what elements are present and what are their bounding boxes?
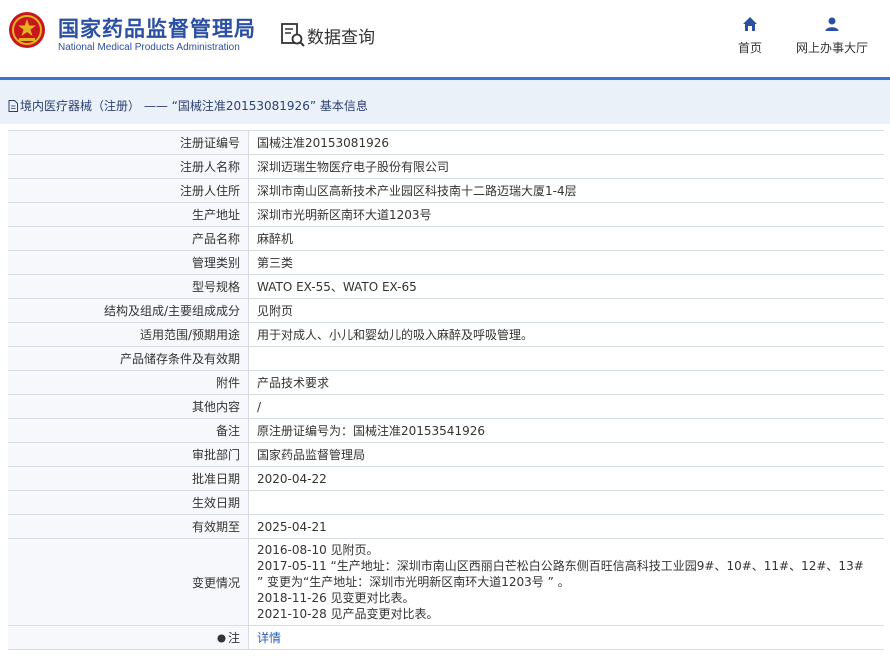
field-label: 适用范围/预期用途 [8,322,249,347]
change-history-line: 2021-10-28 见产品变更对比表。 [257,607,439,621]
table-row: 生效日期 [8,490,884,515]
table-row: 适用范围/预期用途 用于对成人、小儿和婴幼儿的吸入麻醉及呼吸管理。 [8,322,884,347]
change-history-line: ” 变更为“生产地址：深圳市光明新区南环大道1203号 ” 。 [257,575,570,589]
table-row: 管理类别 第三类 [8,250,884,275]
field-value [248,346,884,371]
field-label: 生产地址 [8,202,249,227]
change-history-line: 2016-08-10 见附页。 [257,543,379,557]
field-value: 见附页 [248,298,884,323]
table-row: 附件 产品技术要求 [8,370,884,395]
field-label: 结构及组成/主要组成成分 [8,298,249,323]
nav-online-hall-link[interactable]: 网上办事大厅 [794,16,870,56]
site-header: 国家药品监督管理局 National Medical Products Admi… [0,0,890,77]
field-label: 有效期至 [8,514,249,539]
field-label: 备注 [8,418,249,443]
field-value: 国械注准20153081926 [248,130,884,155]
field-value: 2025-04-21 [248,514,884,539]
table-row: 审批部门 国家药品监督管理局 [8,442,884,467]
change-history-line: 2017-05-11 “生产地址：深圳市南山区西丽白芒松白公路东侧百旺信高科技工… [257,559,864,573]
field-label: 批准日期 [8,466,249,491]
user-icon [825,17,839,31]
field-label: 附件 [8,370,249,395]
registration-detail-table: 注册证编号 国械注准20153081926 注册人名称 深圳迈瑞生物医疗电子股份有限… [8,130,884,650]
field-value: WATO EX-55、WATO EX-65 [248,274,884,299]
brand-subtitle: National Medical Products Administration [58,42,240,53]
field-value: 深圳迈瑞生物医疗电子股份有限公司 [248,154,884,179]
field-value: 国家药品监督管理局 [248,442,884,467]
field-value: 原注册证编号为：国械注准20153541926 [248,418,884,443]
table-row: 结构及组成/主要组成成分 见附页 [8,298,884,323]
details-link[interactable]: 详情 [257,631,281,645]
table-row: 注册人名称 深圳迈瑞生物医疗电子股份有限公司 [8,154,884,179]
table-row: 型号规格 WATO EX-55、WATO EX-65 [8,274,884,299]
field-label: 变更情况 [8,538,249,626]
field-value: 2020-04-22 [248,466,884,491]
bullet-icon [217,634,226,643]
data-query-icon [281,23,305,47]
nav-home-link[interactable]: 首页 [736,16,764,56]
field-label: 管理类别 [8,250,249,275]
field-value: 深圳市光明新区南环大道1203号 [248,202,884,227]
table-row: 其他内容 / [8,394,884,419]
national-emblem-icon [9,12,45,48]
field-value: 第三类 [248,250,884,275]
nav-online-hall-label: 网上办事大厅 [795,41,868,55]
field-value [248,490,884,515]
field-value: 麻醉机 [248,226,884,251]
field-label: 注册人名称 [8,154,249,179]
field-label: 生效日期 [8,490,249,515]
table-row: 生产地址 深圳市光明新区南环大道1203号 [8,202,884,227]
brand-title: 国家药品监督管理局 [58,17,256,41]
table-row: 产品名称 麻醉机 [8,226,884,251]
breadcrumb-bar: 境内医疗器械（注册） —— “国械注准20153081926” 基本信息 [0,80,890,124]
change-history-value: 2016-08-10 见附页。 2017-05-11 “生产地址：深圳市南山区西… [248,538,884,626]
field-value: 用于对成人、小儿和婴幼儿的吸入麻醉及呼吸管理。 [248,322,884,347]
page-section-title: 数据查询 [307,28,375,48]
breadcrumb-text: 境内医疗器械（注册） —— “国械注准20153081926” 基本信息 [20,99,368,113]
field-label: 注 [227,631,240,645]
change-history-row: 变更情况 2016-08-10 见附页。 2017-05-11 “生产地址：深圳… [8,538,884,626]
field-label: 注册人住所 [8,178,249,203]
field-label: 注册证编号 [8,130,249,155]
table-row: 产品储存条件及有效期 [8,346,884,371]
table-row: 批准日期 2020-04-22 [8,466,884,491]
field-value: 深圳市南山区高新技术产业园区科技南十二路迈瑞大厦1-4层 [248,178,884,203]
field-label: 型号规格 [8,274,249,299]
note-value: 详情 [248,625,884,650]
field-label: 审批部门 [8,442,249,467]
breadcrumb: 境内医疗器械（注册） —— “国械注准20153081926” 基本信息 [8,97,368,114]
note-row: 注 详情 [8,625,884,650]
field-label: 产品名称 [8,226,249,251]
note-label-cell: 注 [8,625,249,650]
change-history-line: 2018-11-26 见变更对比表。 [257,591,415,605]
field-label: 其他内容 [8,394,249,419]
field-label: 产品储存条件及有效期 [8,346,249,371]
field-value: 产品技术要求 [248,370,884,395]
field-value: / [248,394,884,419]
table-row: 有效期至 2025-04-21 [8,514,884,539]
table-row: 注册证编号 国械注准20153081926 [8,130,884,155]
table-row: 注册人住所 深圳市南山区高新技术产业园区科技南十二路迈瑞大厦1-4层 [8,178,884,203]
document-icon [8,99,18,112]
nav-home-label: 首页 [737,41,762,55]
table-row: 备注 原注册证编号为：国械注准20153541926 [8,418,884,443]
home-icon [743,17,757,31]
